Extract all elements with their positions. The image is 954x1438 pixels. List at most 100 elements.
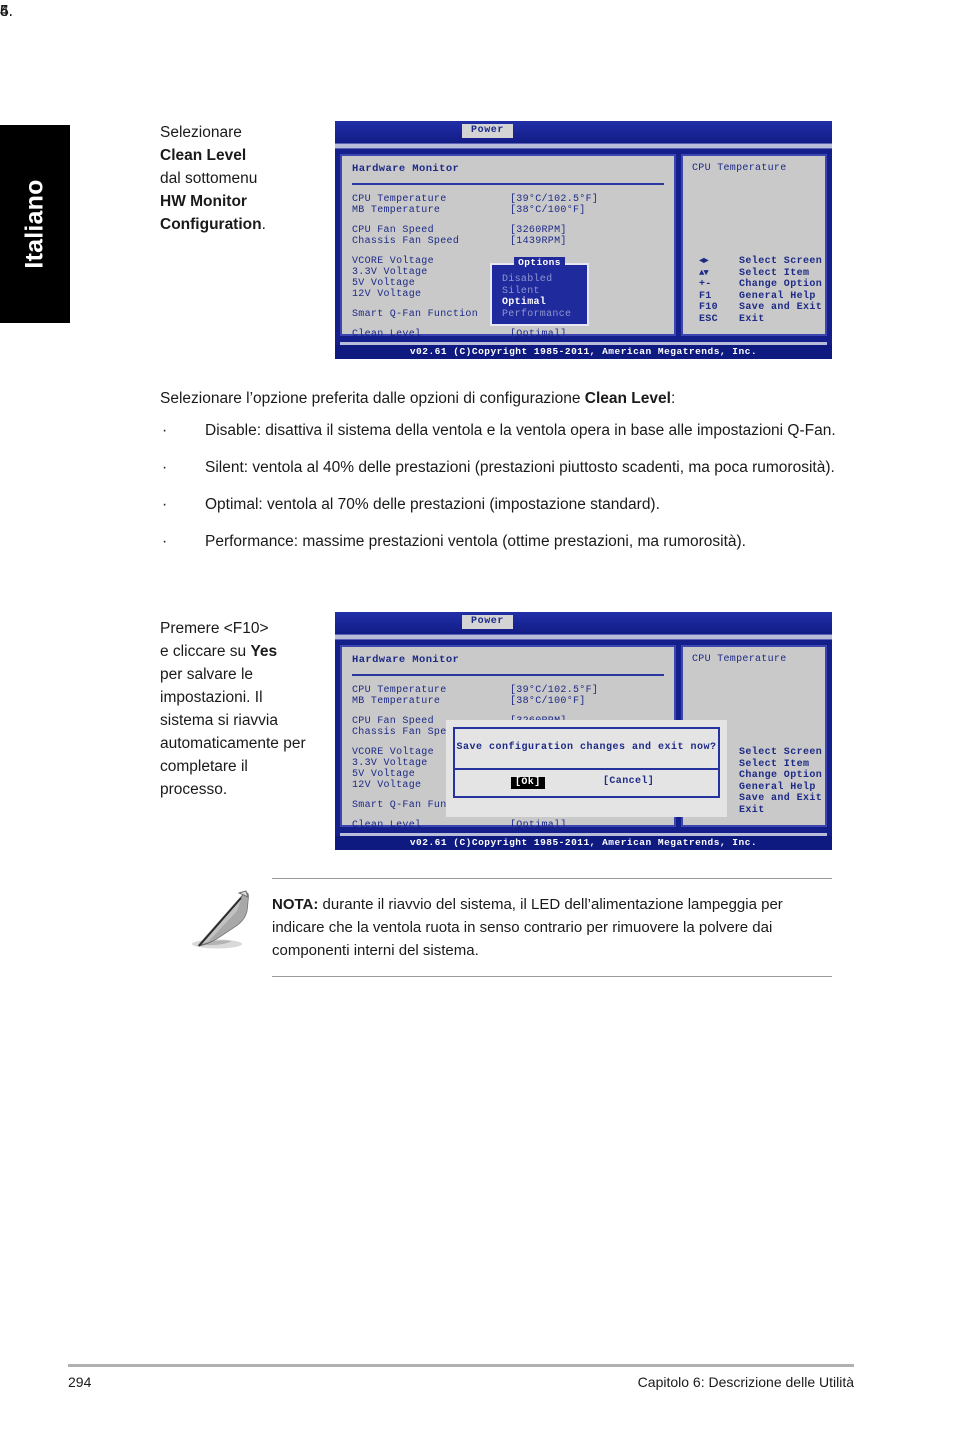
bios-row-label: Clean Level: [352, 329, 422, 340]
save-dialog-buttons: [Ok] [Cancel]: [455, 770, 718, 796]
bullet-item-optimal: · Optimal: ventola al 70% delle prestazi…: [160, 493, 850, 516]
help-key-desc: Select Screen: [739, 747, 823, 758]
bios-row-clean-level[interactable]: Clean Level [Optimal]: [352, 330, 664, 341]
step-4-bold-clean-level: Clean Level: [160, 147, 247, 164]
step-6-bold-yes: Yes: [250, 643, 278, 660]
help-key-desc: Exit: [739, 313, 765, 325]
help-key-desc: Save and Exit: [739, 302, 823, 313]
help-key-glyph: +-: [699, 279, 712, 290]
bios-row-label: Smart Q-Fan Function: [352, 309, 479, 320]
page-footer-rule: [68, 1364, 854, 1367]
step-6-line3: per salvare le impostazioni. Il sistema …: [160, 666, 306, 798]
note-content: NOTA: durante il riavvio del sistema, il…: [192, 879, 832, 976]
note-bottom-rule: [272, 976, 832, 977]
bios-row-label: Chassis Fan Speed: [352, 727, 460, 738]
help-key-desc: Select Item: [739, 267, 810, 279]
step-4-bold-configuration: Configuration: [160, 216, 262, 233]
bios-row-label: 3.3V Voltage: [352, 267, 428, 278]
step-5-bold-clean-level: Clean Level: [584, 390, 671, 407]
quill-pen-icon: [192, 890, 249, 949]
hardware-monitor-title: Hardware Monitor: [352, 654, 460, 666]
bullet-item-silent: · Silent: ventola al 40% delle prestazio…: [160, 456, 850, 479]
bullet-item-text: Silent: ventola al 40% delle prestazioni…: [205, 459, 835, 476]
step-6-line2a: e cliccare su: [160, 643, 251, 660]
bios-help-title: CPU Temperature: [692, 163, 787, 174]
hardware-monitor-title: Hardware Monitor: [352, 163, 460, 175]
bios-row-value: [Optimal]: [510, 820, 567, 831]
hardware-monitor-rule: [352, 183, 664, 185]
bullet-item-text: Optimal: ventola al 70% delle prestazion…: [205, 496, 660, 513]
bios-row-chassis-fan-speed[interactable]: Chassis Fan Speed [1439RPM]: [352, 237, 664, 248]
bios-header-bar: Power: [335, 612, 832, 634]
bios-row-label: 5V Voltage: [352, 278, 416, 289]
bullet-item-text: Disable: disattiva il sistema della vent…: [205, 422, 836, 439]
help-key-glyph: F10: [699, 302, 718, 313]
bios-row-value: [Optimal]: [510, 329, 567, 340]
bios-row-mb-temperature[interactable]: MB Temperature [38°C/100°F]: [352, 206, 664, 217]
bios-row-label: MB Temperature: [352, 205, 441, 216]
step-6-line1: Premere <F10>: [160, 620, 269, 637]
option-item-optimal[interactable]: Optimal: [502, 297, 587, 309]
bullet-item-disable: · Disable: disattiva il sistema della ve…: [160, 419, 850, 442]
step-5-text: Selezionare l’opzione preferita dalle op…: [160, 387, 850, 410]
step-4-line2: dal sottomenu: [160, 170, 258, 187]
note-text: NOTA: durante il riavvio del sistema, il…: [272, 893, 832, 962]
bullet-item-text: Performance: massime prestazioni ventola…: [205, 533, 746, 550]
bios-row-value: [3260RPM]: [510, 225, 567, 236]
bios-row-value: [39°C/102.5°F]: [510, 194, 599, 205]
help-key-desc: Exit: [739, 804, 765, 816]
help-key-desc: Select Item: [739, 758, 810, 770]
help-key-desc: Change Option: [739, 279, 823, 290]
option-item-silent[interactable]: Silent: [502, 286, 587, 298]
bios-row-label: Clean Level: [352, 820, 422, 831]
bios-main-panel: Hardware Monitor CPU Temperature [39°C/1…: [340, 154, 676, 340]
bullet-dot-icon: ·: [162, 496, 168, 513]
help-key-desc: Change Option: [739, 770, 823, 781]
help-key-desc: Select Screen: [739, 256, 823, 267]
bios-row-label: Chassis Fan Speed: [352, 236, 460, 247]
bios-row-label: 12V Voltage: [352, 289, 422, 300]
options-popup[interactable]: Options Disabled Silent Optimal Performa…: [490, 257, 589, 326]
save-configuration-dialog: Save configuration changes and exit now?…: [453, 727, 720, 798]
help-key-desc: General Help: [739, 781, 816, 793]
step-4-period: .: [261, 216, 266, 233]
save-dialog-message: Save configuration changes and exit now?: [456, 742, 717, 753]
bios-row-value: [38°C/100°F]: [510, 205, 586, 216]
bios-screenshot-clean-level: Power Hardware Monitor CPU Temperature […: [335, 121, 832, 359]
bullet-item-performance: · Performance: massime prestazioni vento…: [160, 530, 850, 553]
option-item-performance[interactable]: Performance: [502, 309, 587, 321]
option-item-disabled[interactable]: Disabled: [502, 274, 587, 286]
step-4-text: Selezionare Clean Level dal sottomenu HW…: [160, 121, 310, 236]
ok-button[interactable]: [Ok]: [511, 777, 545, 789]
language-tab-label: Italiano: [20, 179, 49, 269]
bios-row-value: [38°C/100°F]: [510, 696, 586, 707]
bios-row-label: CPU Fan Speed: [352, 716, 434, 727]
bios-row-label: 5V Voltage: [352, 769, 416, 780]
bios-tab-power[interactable]: Power: [462, 124, 514, 138]
bios-row-mb-temperature[interactable]: MB Temperature [38°C/100°F]: [352, 697, 664, 708]
help-key-glyph: ◄►: [699, 256, 709, 266]
page-number: 294: [68, 1374, 92, 1390]
page-chapter-title: Capitolo 6: Descrizione delle Utilità: [637, 1374, 854, 1390]
cancel-button[interactable]: [Cancel]: [603, 777, 654, 787]
help-key-glyph: ▲▼: [699, 267, 709, 278]
note-body-text: durante il riavvio del sistema, il LED d…: [272, 896, 783, 959]
step-5-bullet-list: · Disable: disattiva il sistema della ve…: [160, 419, 850, 567]
step-6-number: 6.: [0, 3, 13, 20]
bios-tab-power[interactable]: Power: [462, 615, 514, 629]
bios-row-label: 3.3V Voltage: [352, 758, 428, 769]
bios-body: Hardware Monitor CPU Temperature [39°C/1…: [335, 640, 832, 831]
step-5-text-after: :: [670, 390, 676, 407]
bios-row-label: 12V Voltage: [352, 780, 422, 791]
bios-row-value: [1439RPM]: [510, 236, 567, 247]
bios-copyright-footer: v02.61 (C)Copyright 1985-2011, American …: [335, 836, 832, 850]
options-popup-list: Disabled Silent Optimal Performance: [492, 274, 587, 320]
bios-help-title: CPU Temperature: [692, 654, 787, 665]
language-tab-italiano: Italiano: [0, 125, 70, 323]
help-key-glyph: ESC: [699, 313, 718, 325]
bios-row-clean-level[interactable]: Clean Level [Optimal]: [352, 821, 664, 832]
bios-main-panel: Hardware Monitor CPU Temperature [39°C/1…: [340, 645, 727, 831]
help-key-desc: Save and Exit: [739, 793, 823, 804]
bullet-dot-icon: ·: [162, 422, 168, 439]
bios-row-label: CPU Temperature: [352, 194, 447, 205]
